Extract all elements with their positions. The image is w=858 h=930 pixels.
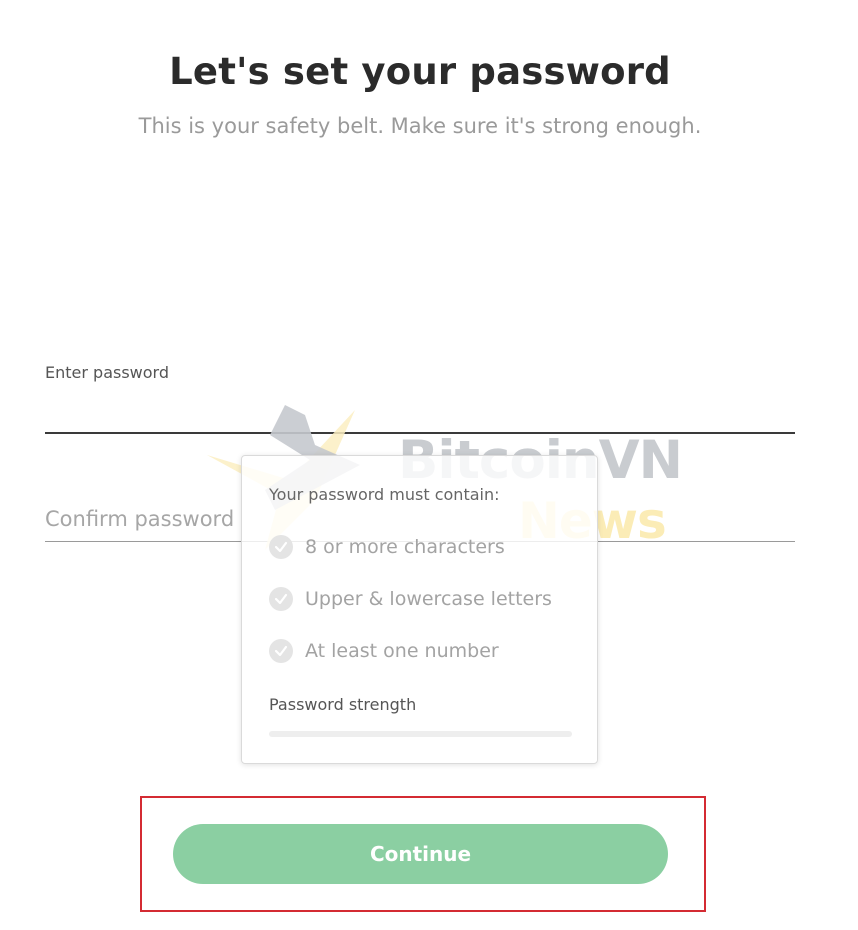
check-circle-icon (269, 639, 293, 663)
requirement-label: Upper & lowercase letters (305, 588, 552, 610)
requirement-number: At least one number (269, 638, 499, 664)
strength-meter (269, 731, 572, 737)
page-title: Let's set your password (169, 50, 671, 93)
requirement-label: At least one number (305, 640, 499, 662)
check-circle-icon (269, 535, 293, 559)
check-circle-icon (269, 587, 293, 611)
password-label: Enter password (45, 363, 169, 382)
set-password-page: Let's set your password This is your saf… (0, 0, 858, 930)
requirement-case: Upper & lowercase letters (269, 586, 552, 612)
continue-button[interactable]: Continue (173, 824, 668, 884)
strength-label: Password strength (269, 695, 417, 714)
password-requirements-popover: Your password must contain: 8 or more ch… (241, 455, 598, 764)
requirements-heading: Your password must contain: (269, 485, 500, 504)
page-subtitle: This is your safety belt. Make sure it's… (138, 114, 702, 138)
password-input[interactable] (45, 392, 795, 434)
requirement-length: 8 or more characters (269, 534, 505, 560)
requirement-label: 8 or more characters (305, 536, 505, 558)
